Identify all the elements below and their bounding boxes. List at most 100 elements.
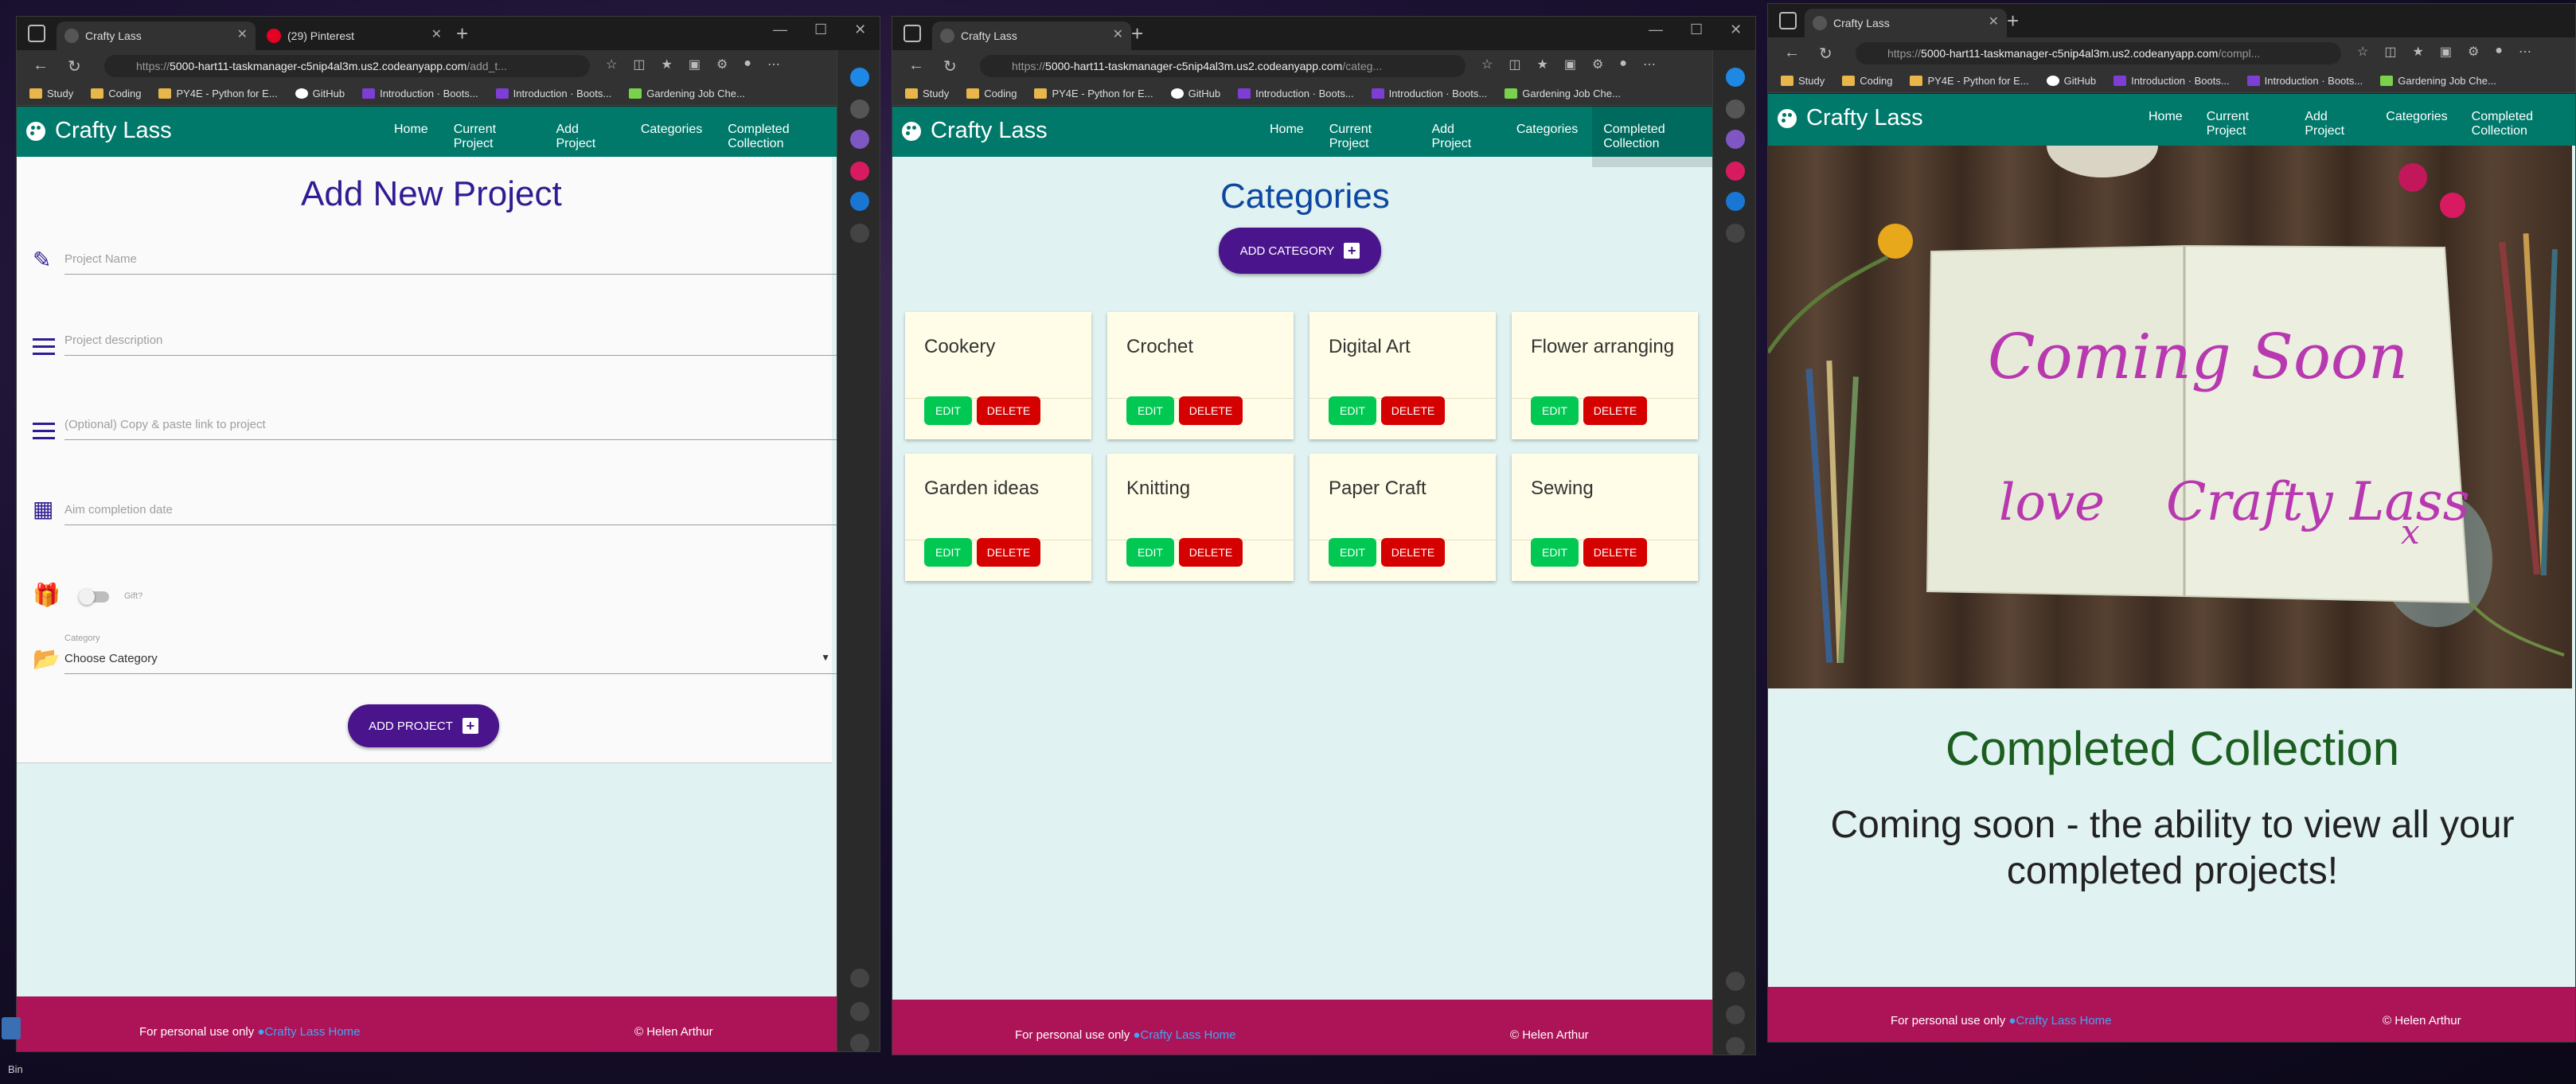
project-name-input[interactable]: Project Name xyxy=(64,246,837,275)
shopping-icon[interactable] xyxy=(850,130,869,149)
refresh-icon[interactable]: ↻ xyxy=(1819,44,1832,64)
sidebar-layout-icon[interactable] xyxy=(1726,972,1745,991)
nav-add-project[interactable]: Add Project xyxy=(1431,123,1490,151)
project-description-input[interactable]: Project description xyxy=(64,327,837,356)
more-icon[interactable]: ⋯ xyxy=(767,57,780,72)
outlook-icon[interactable] xyxy=(1726,192,1745,211)
bookmark-github[interactable]: GitHub xyxy=(295,88,345,99)
nav-categories[interactable]: Categories xyxy=(2386,110,2447,138)
tab-actions-icon[interactable] xyxy=(904,25,921,42)
nav-add-project[interactable]: Add Project xyxy=(556,123,615,151)
favorites-icon[interactable]: ★ xyxy=(2412,44,2423,60)
gift-toggle[interactable] xyxy=(79,589,109,605)
profile-icon[interactable]: ● xyxy=(1619,57,1627,72)
tab-actions-icon[interactable] xyxy=(28,25,45,42)
delete-button[interactable]: DELETE xyxy=(1179,538,1243,567)
collections-icon[interactable]: ▣ xyxy=(689,57,701,72)
delete-button[interactable]: DELETE xyxy=(977,538,1040,567)
bookmark-coding[interactable]: Coding xyxy=(91,88,141,99)
favorites-icon[interactable]: ★ xyxy=(661,57,672,72)
edit-button[interactable]: EDIT xyxy=(1531,396,1579,425)
edit-button[interactable]: EDIT xyxy=(1126,538,1174,567)
bookmark-study[interactable]: Study xyxy=(29,88,73,99)
bookmark-bootstrap-1[interactable]: Introduction · Boots... xyxy=(1238,88,1354,99)
recycle-bin-icon[interactable] xyxy=(2,1017,21,1039)
nav-add-project[interactable]: Add Project xyxy=(2305,110,2362,138)
collections-icon[interactable]: ▣ xyxy=(1564,57,1576,72)
star-icon[interactable]: ☆ xyxy=(606,57,617,72)
bookmark-gardening[interactable]: Gardening Job Che... xyxy=(2380,75,2496,87)
search-icon[interactable] xyxy=(1726,99,1745,119)
bookmark-py4e[interactable]: PY4E - Python for E... xyxy=(1034,88,1153,99)
settings-icon[interactable] xyxy=(850,1034,869,1051)
maximize-icon[interactable]: ☐ xyxy=(814,21,827,38)
footer-home-link[interactable]: ●Crafty Lass Home xyxy=(257,1025,360,1039)
add-sidebar-icon[interactable] xyxy=(1726,224,1745,243)
refresh-icon[interactable]: ↻ xyxy=(68,57,81,76)
close-window-icon[interactable]: ✕ xyxy=(1730,21,1742,38)
close-tab-icon[interactable]: ✕ xyxy=(431,26,442,42)
profile-icon[interactable]: ● xyxy=(2495,44,2503,60)
split-screen-icon[interactable]: ◫ xyxy=(1509,57,1520,72)
delete-button[interactable]: DELETE xyxy=(977,396,1040,425)
nav-completed-collection[interactable]: Completed Collection xyxy=(2472,110,2575,138)
brand-logo[interactable]: Crafty Lass xyxy=(26,118,172,144)
add-category-button[interactable]: ADD CATEGORY + xyxy=(1219,228,1381,274)
minimize-icon[interactable]: — xyxy=(773,21,787,38)
bookmark-bootstrap-2[interactable]: Introduction · Boots... xyxy=(495,88,611,99)
bookmark-study[interactable]: Study xyxy=(905,88,949,99)
delete-button[interactable]: DELETE xyxy=(1381,396,1445,425)
edit-button[interactable]: EDIT xyxy=(1126,396,1174,425)
nav-current-project[interactable]: Current Project xyxy=(2207,110,2281,138)
nav-categories[interactable]: Categories xyxy=(1516,123,1578,151)
edit-button[interactable]: EDIT xyxy=(1329,396,1376,425)
bookmark-bootstrap-2[interactable]: Introduction · Boots... xyxy=(2246,75,2363,87)
project-link-input[interactable]: (Optional) Copy & paste link to project xyxy=(64,411,837,440)
bing-icon[interactable] xyxy=(1726,68,1745,87)
bookmark-github[interactable]: GitHub xyxy=(1170,88,1220,99)
star-icon[interactable]: ☆ xyxy=(1481,57,1493,72)
bookmark-coding[interactable]: Coding xyxy=(1842,75,1892,87)
more-icon[interactable]: ⋯ xyxy=(2519,44,2531,60)
back-icon[interactable]: ← xyxy=(908,57,924,75)
star-icon[interactable]: ☆ xyxy=(2357,44,2368,60)
edit-button[interactable]: EDIT xyxy=(1531,538,1579,567)
brand-logo[interactable]: Crafty Lass xyxy=(902,118,1048,144)
bookmark-bootstrap-1[interactable]: Introduction · Boots... xyxy=(362,88,478,99)
edit-button[interactable]: EDIT xyxy=(924,538,972,567)
new-tab-button[interactable]: + xyxy=(456,23,468,44)
tab-actions-icon[interactable] xyxy=(1779,12,1797,29)
bookmark-bootstrap-1[interactable]: Introduction · Boots... xyxy=(2113,75,2230,87)
more-icon[interactable]: ⋯ xyxy=(1643,57,1656,72)
bookmark-py4e[interactable]: PY4E - Python for E... xyxy=(1910,75,2029,87)
delete-button[interactable]: DELETE xyxy=(1381,538,1445,567)
extensions-icon[interactable]: ⚙ xyxy=(1592,57,1603,72)
profile-icon[interactable]: ● xyxy=(744,57,751,72)
tab-crafty-lass[interactable]: Crafty Lass ✕ xyxy=(1805,9,2007,37)
favorites-icon[interactable]: ★ xyxy=(1536,57,1548,72)
split-screen-icon[interactable]: ◫ xyxy=(2384,44,2396,60)
delete-button[interactable]: DELETE xyxy=(1583,396,1647,425)
nav-home[interactable]: Home xyxy=(2149,110,2183,138)
shopping-icon[interactable] xyxy=(1726,130,1745,149)
minimize-icon[interactable]: — xyxy=(1649,21,1663,38)
tab-crafty-lass[interactable]: Crafty Lass ✕ xyxy=(57,21,256,50)
nav-completed-collection[interactable]: Completed Collection xyxy=(1592,107,1712,167)
bookmark-study[interactable]: Study xyxy=(1781,75,1825,87)
search-icon[interactable] xyxy=(850,99,869,119)
completion-date-input[interactable]: Aim completion date xyxy=(64,497,837,525)
close-tab-icon[interactable]: ✕ xyxy=(237,26,248,42)
tools-icon[interactable] xyxy=(1726,162,1745,181)
collections-icon[interactable]: ▣ xyxy=(2440,44,2452,60)
back-icon[interactable]: ← xyxy=(33,57,49,75)
nav-categories[interactable]: Categories xyxy=(641,123,702,151)
url-field[interactable]: https://5000-hart11-taskmanager-c5nip4al… xyxy=(1856,42,2341,64)
back-icon[interactable]: ← xyxy=(1784,44,1800,62)
outlook-icon[interactable] xyxy=(850,192,869,211)
footer-home-link[interactable]: ●Crafty Lass Home xyxy=(1133,1028,1235,1042)
bookmark-gardening[interactable]: Gardening Job Che... xyxy=(629,88,745,99)
brand-logo[interactable]: Crafty Lass xyxy=(1778,105,1923,131)
nav-current-project[interactable]: Current Project xyxy=(1329,123,1407,151)
nav-completed-collection[interactable]: Completed Collection xyxy=(728,123,837,151)
sidebar-layout-icon[interactable] xyxy=(850,969,869,988)
